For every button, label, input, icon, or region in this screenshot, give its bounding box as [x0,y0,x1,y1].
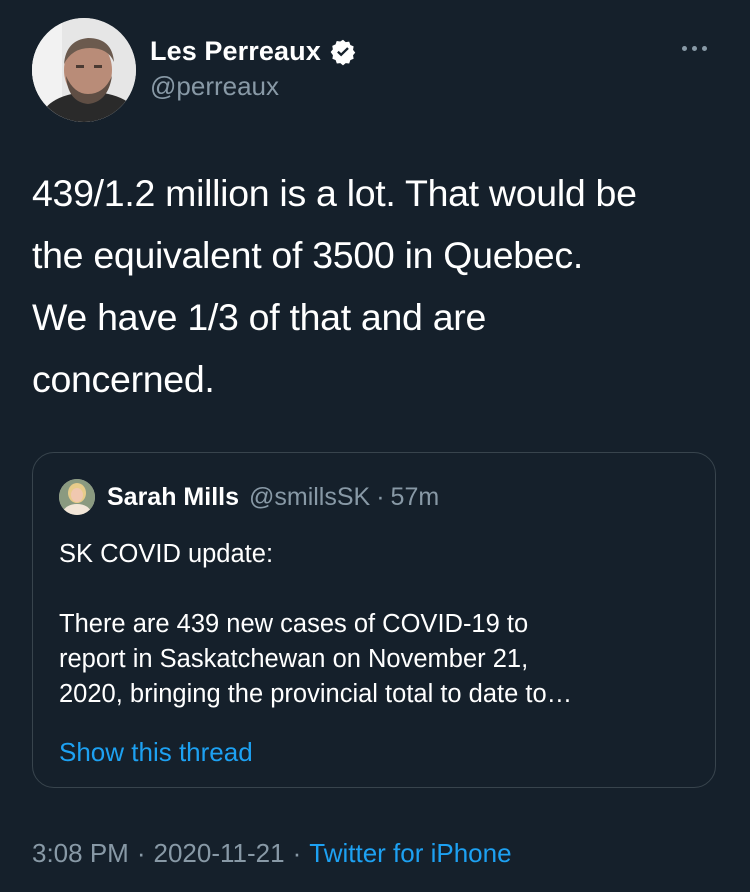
tweet-meta: 3:08 PM · 2020-11-21 · Twitter for iPhone [32,838,512,869]
more-options-icon[interactable] [674,36,714,60]
quoted-author-handle: @smillsSK [249,482,371,511]
tweet-text: 439/1.2 million is a lot. That would be … [32,172,637,400]
tweet-source-link[interactable]: Twitter for iPhone [309,838,511,868]
tweet-time: 3:08 PM [32,838,129,868]
author-display-name[interactable]: Les Perreaux [150,36,321,67]
show-thread-link[interactable]: Show this thread [59,737,253,768]
quoted-separator: · [376,482,385,511]
tweet-header: Les Perreaux @perreaux [32,18,722,122]
quoted-author-photo [59,479,95,515]
quoted-tweet-header: Sarah Mills @smillsSK · 57m [59,479,439,515]
author-avatar[interactable] [32,18,136,122]
tweet-date: 2020-11-21 [153,838,285,868]
quoted-tweet[interactable]: Sarah Mills @smillsSK · 57m SK COVID upd… [32,452,716,788]
quoted-author-avatar [59,479,95,515]
meta-separator-1: · [136,838,146,868]
quoted-author-display-name: Sarah Mills [107,482,239,511]
display-name-row: Les Perreaux [150,36,357,67]
quoted-tweet-text: SK COVID update: There are 439 new cases… [59,540,573,708]
author-photo [32,18,136,122]
author-handle[interactable]: @perreaux [150,71,357,102]
quoted-timestamp: 57m [390,482,440,511]
meta-separator-2: · [292,838,302,868]
author-names: Les Perreaux @perreaux [150,36,357,102]
verified-badge-icon [329,38,357,66]
